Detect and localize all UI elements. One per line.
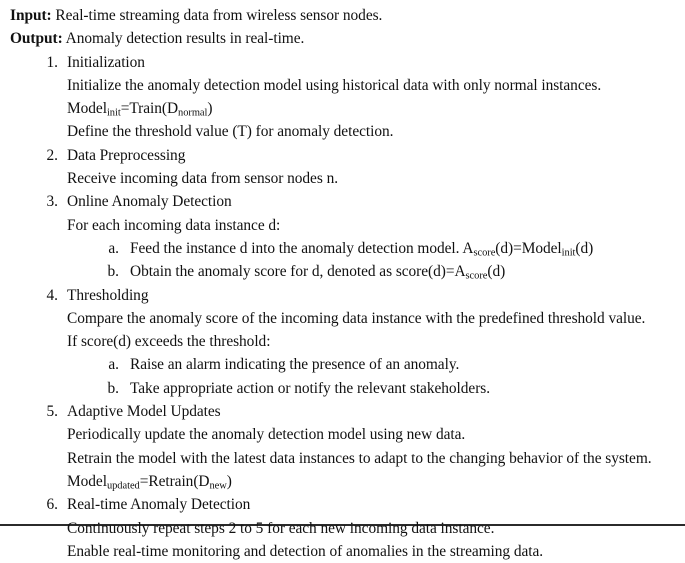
- step-line: Modelupdated=Retrain(Dnew): [67, 472, 232, 492]
- substep-marker: b.: [107, 379, 119, 397]
- step-marker: 1.: [46, 53, 58, 71]
- step-line: Receive incoming data from sensor nodes …: [67, 170, 339, 188]
- step-title: Adaptive Model Updates: [67, 403, 221, 421]
- subscript: init: [106, 107, 121, 119]
- step-title: Real-time Anomaly Detection: [67, 496, 251, 514]
- subscript: normal: [178, 107, 208, 119]
- step-line: If score(d) exceeds the threshold:: [67, 333, 271, 351]
- io-text: Anomaly detection results in real-time.: [62, 30, 305, 48]
- step-line: Initialize the anomaly detection model u…: [67, 76, 602, 94]
- io-label: Output:: [10, 30, 63, 48]
- substep-marker: a.: [108, 239, 119, 257]
- io-section: Input: Real-time streaming data from wir…: [10, 4, 679, 51]
- subscript: score: [465, 270, 488, 282]
- algorithm-step: 3. Online Anomaly Detection For each incom…: [10, 190, 679, 283]
- algorithm-substep: a. Feed the instance d into the anomaly d…: [67, 237, 679, 260]
- step-marker: 3.: [46, 193, 58, 211]
- step-body: Initialization Initialize the anomaly det…: [67, 51, 679, 144]
- substep-line: Feed the instance d into the anomaly det…: [130, 239, 594, 259]
- step-line: Enable real-time monitoring and detectio…: [67, 542, 544, 560]
- substep-marker: a.: [108, 356, 119, 374]
- step-line: Continuously repeat steps 2 to 5 for eac…: [67, 519, 495, 537]
- step-line: Retrain the model with the latest data i…: [67, 449, 652, 467]
- step-body: Online Anomaly Detection For each incomin…: [67, 190, 679, 283]
- step-title: Online Anomaly Detection: [67, 193, 232, 211]
- substep-body: Raise an alarm indicating the presence o…: [130, 353, 679, 376]
- substep-marker: b.: [107, 263, 119, 281]
- substep-line: Obtain the anomaly score for d, denoted …: [130, 263, 506, 282]
- io-line: Input: Real-time streaming data from wir…: [10, 4, 679, 27]
- algorithm-block: Input: Real-time streaming data from wir…: [0, 0, 685, 560]
- substep-body: Obtain the anomaly score for d, denoted …: [130, 260, 679, 283]
- algorithm-substep: b. Take appropriate action or notify the …: [67, 377, 679, 400]
- algorithm-substep: a. Raise an alarm indicating the presence…: [67, 353, 679, 376]
- algorithm-step: 6. Real-time Anomaly Detection Continuousl…: [10, 493, 679, 563]
- io-text: Real-time streaming data from wireless s…: [51, 7, 383, 24]
- step-title: Initialization: [67, 53, 145, 71]
- step-line: Compare the anomaly score of the incomin…: [67, 309, 646, 327]
- substep-line: Raise an alarm indicating the presence o…: [130, 356, 460, 374]
- algorithm-step: 1. Initialization Initialize the anomaly d…: [10, 51, 679, 144]
- step-line: For each incoming data instance d:: [67, 216, 281, 234]
- subscript: new: [209, 480, 227, 492]
- steps-section: 1. Initialization Initialize the anomaly d…: [10, 51, 679, 563]
- algorithm-step: 2. Data Preprocessing Receive incoming dat…: [10, 144, 679, 191]
- algorithm-step: 4. Thresholding Compare the anomaly score …: [10, 284, 679, 400]
- subscript: init: [561, 247, 576, 259]
- io-line: Output: Anomaly detection results in rea…: [10, 27, 679, 50]
- step-marker: 5.: [46, 403, 58, 421]
- substep-body: Feed the instance d into the anomaly det…: [130, 237, 679, 260]
- step-body: Data Preprocessing Receive incoming data …: [67, 144, 679, 191]
- step-body: Real-time Anomaly Detection Continuously …: [67, 493, 679, 563]
- step-body: Adaptive Model Updates Periodically updat…: [67, 400, 679, 493]
- subscript: score: [473, 247, 496, 259]
- step-line: Define the threshold value (T) for anoma…: [67, 123, 394, 141]
- step-marker: 6.: [46, 496, 58, 514]
- io-label: Input:: [10, 7, 52, 24]
- substep-body: Take appropriate action or notify the re…: [130, 377, 679, 400]
- step-line: Periodically update the anomaly detectio…: [67, 426, 466, 444]
- step-marker: 2.: [46, 146, 58, 164]
- algorithm-substep: b. Obtain the anomaly score for d, denote…: [67, 260, 679, 283]
- step-title: Thresholding: [67, 286, 149, 304]
- subscript: updated: [106, 480, 140, 492]
- step-body: Thresholding Compare the anomaly score of…: [67, 284, 679, 400]
- step-marker: 4.: [46, 286, 58, 304]
- step-line: Modelinit=Train(Dnormal): [67, 100, 213, 119]
- substep-line: Take appropriate action or notify the re…: [130, 379, 491, 397]
- algorithm-step: 5. Adaptive Model Updates Periodically upd…: [10, 400, 679, 493]
- step-title: Data Preprocessing: [67, 146, 186, 164]
